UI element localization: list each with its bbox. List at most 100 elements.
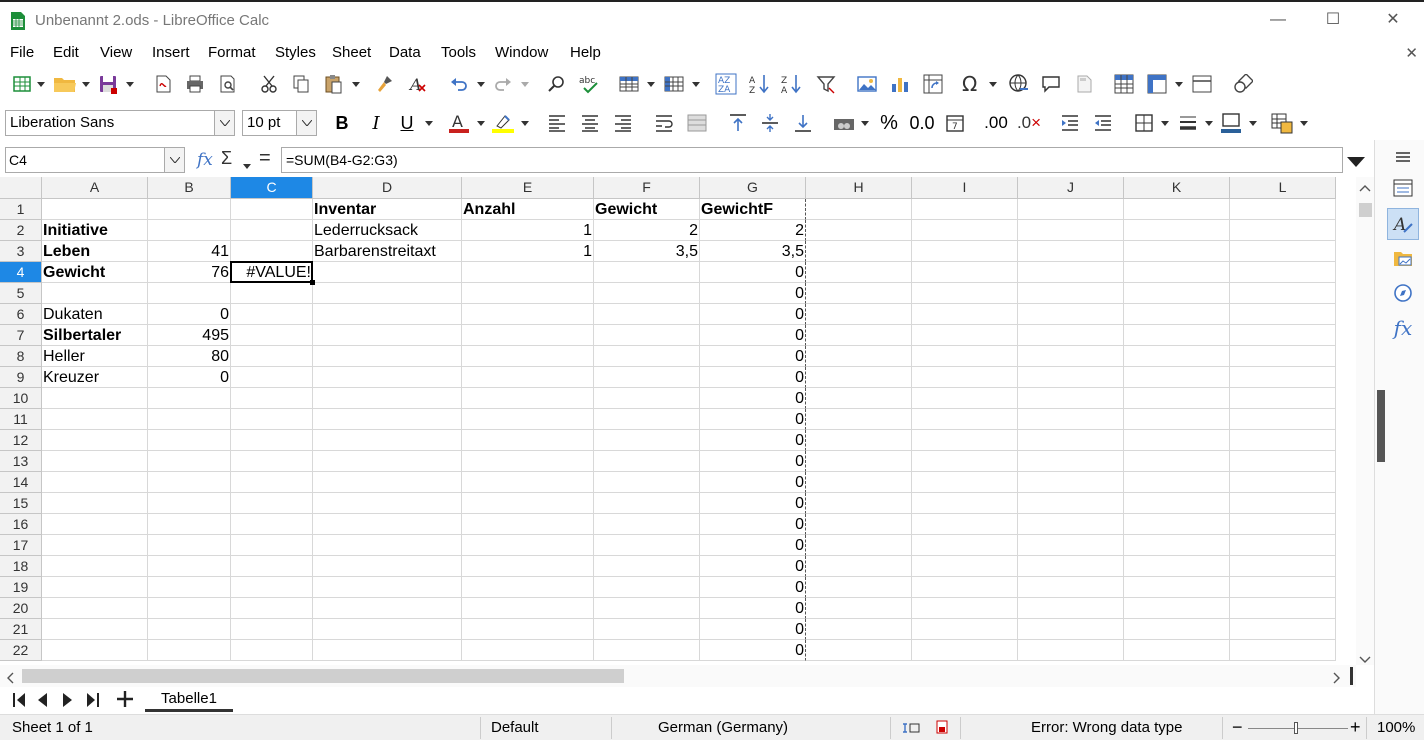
menu-format[interactable]: Format: [208, 40, 256, 65]
cell-f1[interactable]: Gewicht: [594, 199, 700, 220]
cell-h1[interactable]: [806, 199, 912, 220]
first-sheet-icon[interactable]: [12, 692, 26, 712]
vertical-scrollbar[interactable]: [1356, 177, 1374, 665]
cell-d9[interactable]: [313, 367, 462, 388]
row-header-14[interactable]: 14: [0, 472, 42, 493]
name-box[interactable]: C4: [5, 147, 185, 173]
cell-f13[interactable]: [594, 451, 700, 472]
cell-g8[interactable]: 0: [700, 346, 806, 367]
cell-i6[interactable]: [912, 304, 1018, 325]
row-header-21[interactable]: 21: [0, 619, 42, 640]
cell-a14[interactable]: [42, 472, 148, 493]
decrease-indent-icon[interactable]: [1091, 111, 1115, 135]
cell-b19[interactable]: [148, 577, 231, 598]
chart-icon[interactable]: [888, 72, 912, 96]
center-vertically-icon[interactable]: [758, 111, 782, 135]
cell-a15[interactable]: [42, 493, 148, 514]
scroll-right-icon[interactable]: [1333, 671, 1341, 688]
cell-l8[interactable]: [1230, 346, 1336, 367]
chevron-down-icon[interactable]: [214, 111, 234, 135]
cell-j3[interactable]: [1018, 241, 1124, 262]
cell-k14[interactable]: [1124, 472, 1230, 493]
cell-g6[interactable]: 0: [700, 304, 806, 325]
language[interactable]: German (Germany): [658, 719, 788, 736]
cell-k1[interactable]: [1124, 199, 1230, 220]
border-color-icon[interactable]: [1219, 111, 1243, 135]
menu-styles[interactable]: Styles: [275, 40, 316, 65]
scroll-down-icon[interactable]: [1359, 651, 1371, 668]
find-replace-icon[interactable]: [545, 72, 569, 96]
cell-f17[interactable]: [594, 535, 700, 556]
new-dropdown-icon[interactable]: [37, 72, 45, 96]
cell-g4[interactable]: 0: [700, 262, 806, 283]
styles-icon[interactable]: A: [1387, 208, 1419, 240]
cell-g22[interactable]: 0: [700, 640, 806, 661]
sum-icon[interactable]: Σ: [221, 148, 232, 169]
row-header-15[interactable]: 15: [0, 493, 42, 514]
comment-icon[interactable]: [1039, 72, 1063, 96]
cell-f8[interactable]: [594, 346, 700, 367]
cell-j12[interactable]: [1018, 430, 1124, 451]
cell-a12[interactable]: [42, 430, 148, 451]
cell-j18[interactable]: [1018, 556, 1124, 577]
cell-a10[interactable]: [42, 388, 148, 409]
print-preview-icon[interactable]: [216, 72, 240, 96]
cell-a3[interactable]: Leben: [42, 241, 148, 262]
function-wizard-icon[interactable]: fx: [197, 150, 213, 170]
cell-g10[interactable]: 0: [700, 388, 806, 409]
cell-a7[interactable]: Silbertaler: [42, 325, 148, 346]
zoom-in-button[interactable]: +: [1350, 717, 1361, 738]
zoom-out-button[interactable]: −: [1232, 717, 1243, 738]
cell-f11[interactable]: [594, 409, 700, 430]
highlight-dropdown-icon[interactable]: [521, 111, 529, 135]
scroll-thumb[interactable]: [1359, 203, 1372, 217]
new-icon[interactable]: [10, 72, 34, 96]
fill-handle[interactable]: [310, 280, 315, 285]
cell-g17[interactable]: 0: [700, 535, 806, 556]
redo-icon[interactable]: [491, 72, 515, 96]
cell-c5[interactable]: [231, 283, 313, 304]
column-header-k[interactable]: K: [1124, 177, 1230, 199]
cell-i7[interactable]: [912, 325, 1018, 346]
cell-k13[interactable]: [1124, 451, 1230, 472]
underline-icon[interactable]: U: [396, 111, 418, 135]
cell-f9[interactable]: [594, 367, 700, 388]
cell-f3[interactable]: 3,5: [594, 241, 700, 262]
cell-d19[interactable]: [313, 577, 462, 598]
cell-a18[interactable]: [42, 556, 148, 577]
cell-c2[interactable]: [231, 220, 313, 241]
cell-c17[interactable]: [231, 535, 313, 556]
cell-k16[interactable]: [1124, 514, 1230, 535]
paste-icon[interactable]: [321, 72, 345, 96]
cell-k20[interactable]: [1124, 598, 1230, 619]
cell-e20[interactable]: [462, 598, 594, 619]
cell-c13[interactable]: [231, 451, 313, 472]
cell-g20[interactable]: 0: [700, 598, 806, 619]
cell-e15[interactable]: [462, 493, 594, 514]
cell-h3[interactable]: [806, 241, 912, 262]
export-pdf-icon[interactable]: [151, 72, 175, 96]
cell-i10[interactable]: [912, 388, 1018, 409]
column-header-g[interactable]: G: [700, 177, 806, 199]
cell-j11[interactable]: [1018, 409, 1124, 430]
cell-e1[interactable]: Anzahl: [462, 199, 594, 220]
menu-tools[interactable]: Tools: [441, 40, 476, 65]
cell-f20[interactable]: [594, 598, 700, 619]
cut-icon[interactable]: [257, 72, 281, 96]
undo-icon[interactable]: [447, 72, 471, 96]
cell-h7[interactable]: [806, 325, 912, 346]
cell-h22[interactable]: [806, 640, 912, 661]
cell-a6[interactable]: Dukaten: [42, 304, 148, 325]
cell-b4[interactable]: 76: [148, 262, 231, 283]
cell-d15[interactable]: [313, 493, 462, 514]
cell-j13[interactable]: [1018, 451, 1124, 472]
cell-b1[interactable]: [148, 199, 231, 220]
cell-j5[interactable]: [1018, 283, 1124, 304]
cell-g5[interactable]: 0: [700, 283, 806, 304]
column-header-d[interactable]: D: [313, 177, 462, 199]
cell-f2[interactable]: 2: [594, 220, 700, 241]
cell-g16[interactable]: 0: [700, 514, 806, 535]
print-icon[interactable]: [183, 72, 207, 96]
cell-i1[interactable]: [912, 199, 1018, 220]
cell-g19[interactable]: 0: [700, 577, 806, 598]
